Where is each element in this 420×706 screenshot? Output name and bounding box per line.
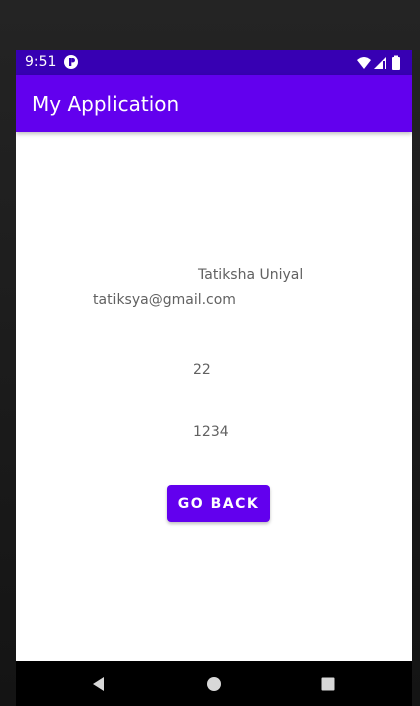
wifi-icon [357, 57, 371, 69]
cellular-icon [374, 57, 386, 69]
back-icon[interactable] [91, 676, 107, 692]
home-icon[interactable] [206, 676, 222, 692]
number-text: 1234 [193, 424, 229, 440]
go-back-button[interactable]: GO BACK [167, 485, 270, 522]
status-bar: 9:51 [16, 50, 412, 75]
status-time: 9:51 [25, 54, 57, 70]
navigation-bar [16, 661, 412, 706]
phone-screen: 9:51 My Application Tatiksha Uniyal tati… [16, 50, 412, 706]
android-device: 9:51 My Application Tatiksha Uniyal tati… [0, 0, 420, 706]
app-title: My Application [32, 92, 180, 116]
email-text: tatiksya@gmail.com [93, 292, 236, 308]
app-icon [63, 54, 79, 70]
app-bar: My Application [16, 75, 412, 132]
status-icons [356, 55, 406, 71]
age-text: 22 [193, 362, 211, 378]
recents-icon[interactable] [320, 676, 336, 692]
name-text: Tatiksha Uniyal [198, 267, 304, 283]
battery-icon [392, 55, 400, 70]
